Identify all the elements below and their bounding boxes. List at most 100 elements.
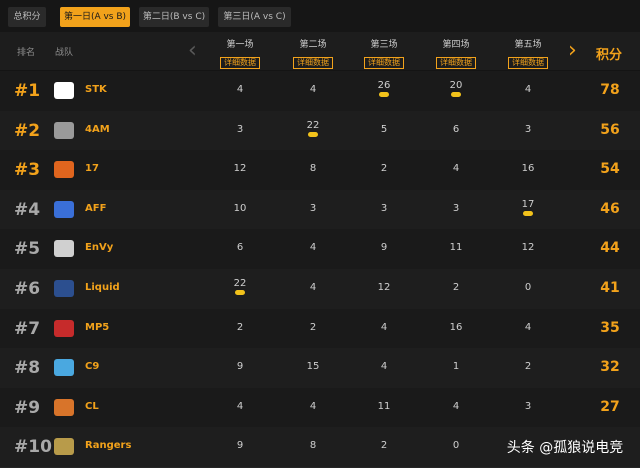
chevron-right-icon[interactable]: › [568,40,577,62]
score-value: 4 [236,400,244,412]
total-points: 35 [600,319,620,336]
round-3-score: 2 [364,163,404,174]
round-4-score: 3 [436,203,476,214]
round-5-detail-button[interactable]: 详细数据 [508,57,548,69]
round-1-score: 2 [220,322,260,333]
round-1-score: 12 [220,163,260,174]
chicken-dinner-icon [451,92,461,97]
team-name[interactable]: EnVy [85,242,113,253]
round-4-label: 第四场 [442,40,470,50]
score-value: 2 [524,361,532,373]
total-points: 32 [600,359,620,376]
score-value: 3 [524,400,532,412]
chicken-dinner-icon [379,92,389,97]
team-name[interactable]: Liquid [85,282,120,293]
score-value: 4 [524,84,532,95]
score-value: 6 [236,242,244,254]
score-value: 9 [236,440,244,452]
chicken-dinner-icon [523,210,533,216]
score-value: 20 [449,80,463,91]
team-name[interactable]: 17 [85,163,99,174]
total-points: 41 [600,280,620,296]
rank-value: #8 [14,358,41,379]
score-value: 6 [452,123,460,135]
score-value: 3 [309,202,317,214]
tab-day-3[interactable]: 第三日(A vs C) [218,7,291,27]
team-logo-icon [54,121,74,139]
team-name[interactable]: 4AM [85,124,110,135]
round-5-score: 3 [508,401,548,412]
round-5-label: 第五场 [514,40,542,50]
table-row: #6 Liquid 22 4 12 2 0 41 [0,269,640,310]
round-3-score: 12 [364,282,404,293]
score-value: 3 [452,202,460,214]
score-value: 0 [452,440,460,452]
chicken-dinner-icon [235,290,245,295]
round-1-header: 第一场 详细数据 [210,32,270,69]
tab-day-1[interactable]: 第一日(A vs B) [60,7,130,27]
team-logo-icon [54,82,74,99]
score-value: 4 [309,242,317,254]
score-value: 2 [236,321,244,333]
tab-total-points[interactable]: 总积分 [8,7,46,27]
score-value: 4 [236,84,244,95]
round-4-score: 20 [436,80,476,97]
team-name[interactable]: C9 [85,361,99,372]
round-1-score: 3 [220,124,260,135]
round-5-header: 第五场 详细数据 [498,32,558,69]
table-row: #1 STK 4 4 26 20 4 78 [0,71,640,112]
round-4-detail-button[interactable]: 详细数据 [436,57,476,69]
score-value: 26 [377,80,391,91]
round-4-score: 1 [436,361,476,372]
score-value: 3 [380,202,388,214]
round-3-score: 11 [364,401,404,412]
round-5-score: 2 [508,361,548,372]
score-value: 4 [452,400,460,412]
rank-value: #9 [14,397,41,418]
table-row: #7 MP5 2 2 4 16 4 35 [0,308,640,350]
round-4-header: 第四场 详细数据 [426,32,486,69]
table-row: #5 EnVy 6 4 9 11 12 44 [0,229,640,271]
rank-value: #5 [14,239,41,260]
score-value: 15 [306,361,320,373]
team-name[interactable]: MP5 [85,322,109,333]
score-value: 11 [449,242,463,254]
round-1-score: 4 [220,401,260,412]
round-3-detail-button[interactable]: 详细数据 [364,57,404,69]
score-value: 16 [521,163,535,175]
score-value: 16 [449,321,463,333]
table-row: #8 C9 9 15 4 1 2 32 [0,348,640,390]
score-value: 22 [306,119,320,131]
tab-day-2[interactable]: 第二日(B vs C) [139,7,209,27]
score-value: 2 [380,440,388,452]
round-2-score: 4 [293,401,333,412]
table-row: #3 17 12 8 2 4 16 54 [0,150,640,192]
team-name[interactable]: Rangers [85,440,131,451]
round-5-score: 17 [508,199,548,216]
team-name[interactable]: STK [85,84,107,95]
table-row: #2 4AM 3 22 5 6 3 56 [0,110,640,152]
total-points: 44 [600,240,620,257]
round-3-label: 第三场 [370,40,398,50]
team-logo-icon [54,398,74,416]
round-2-detail-button[interactable]: 详细数据 [293,57,333,69]
team-logo-icon [54,200,74,218]
score-value: 9 [380,242,388,254]
score-value: 12 [233,163,247,175]
chevron-left-icon[interactable]: ‹ [188,40,197,62]
round-4-score: 2 [436,282,476,293]
round-1-score: 4 [220,84,260,95]
score-value: 22 [233,278,247,289]
round-4-score: 11 [436,242,476,253]
round-1-score: 10 [220,203,260,214]
team-name[interactable]: CL [85,401,99,412]
score-value: 5 [380,123,388,135]
table-row: #4 AFF 10 3 3 3 17 46 [0,189,640,231]
round-3-score: 4 [364,322,404,333]
team-name[interactable]: AFF [85,203,106,214]
score-value: 4 [380,321,388,333]
rank-value: #4 [14,199,41,220]
rank-value: #1 [14,81,41,101]
total-points: 27 [600,398,620,415]
round-1-detail-button[interactable]: 详细数据 [220,57,260,69]
